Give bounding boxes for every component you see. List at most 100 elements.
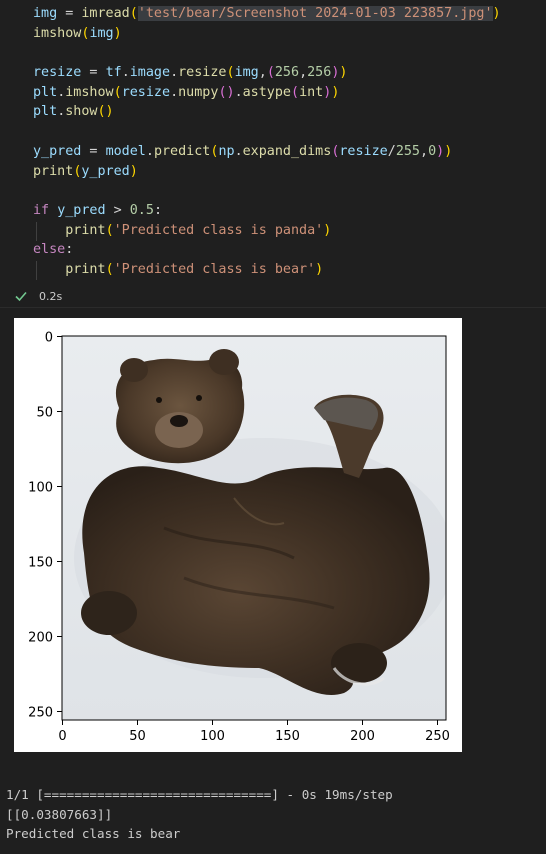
code-token: if bbox=[33, 202, 50, 218]
x-tick-label: 250 bbox=[425, 729, 450, 744]
y-tick-label: 100 bbox=[28, 481, 53, 496]
matplotlib-figure: 0 50 100 150 200 250 0 50 100 150 200 250 bbox=[14, 318, 462, 752]
code-token: ) bbox=[323, 222, 332, 238]
code-token: ) bbox=[492, 6, 501, 21]
code-token: ( bbox=[105, 222, 114, 238]
code-line[interactable]: else: bbox=[33, 240, 501, 260]
code-token: : bbox=[153, 202, 162, 218]
code-token: () bbox=[97, 104, 114, 120]
code-token: ( bbox=[226, 65, 235, 81]
x-tick-label: 150 bbox=[275, 729, 300, 744]
code-token: plt bbox=[33, 84, 58, 100]
code-token: resize bbox=[339, 143, 388, 159]
code-token: ( bbox=[105, 261, 114, 277]
y-tick-label: 200 bbox=[28, 631, 53, 646]
code-token: tf bbox=[105, 65, 122, 81]
code-line[interactable]: if y_pred > 0.5: bbox=[33, 201, 501, 221]
code-token: ( bbox=[266, 65, 275, 81]
code-token: img bbox=[89, 25, 114, 41]
code-token: > bbox=[105, 202, 130, 218]
result-line: Predicted class is bear bbox=[6, 826, 181, 841]
code-token: 255 bbox=[395, 143, 420, 159]
code-token: resize bbox=[121, 84, 171, 100]
code-token: ) bbox=[339, 65, 348, 81]
code-token: predict bbox=[153, 143, 211, 159]
code-token: ) bbox=[331, 84, 340, 100]
code-cell[interactable]: img = imread ( 'test/bear/Screenshot 2024-… bbox=[0, 0, 546, 307]
code-token: image bbox=[129, 65, 171, 81]
plot-canvas: 0 50 100 150 200 250 0 50 100 150 200 250 bbox=[28, 331, 450, 745]
code-token: imread bbox=[81, 6, 130, 21]
code-token: print bbox=[65, 222, 106, 238]
code-token: , bbox=[299, 65, 308, 81]
code-token: y_pred bbox=[33, 143, 82, 159]
code-token: np bbox=[218, 143, 235, 159]
code-token: y_pred bbox=[81, 163, 130, 179]
code-token: . bbox=[170, 84, 179, 100]
x-tick-label: 50 bbox=[129, 729, 146, 744]
code-token: ( bbox=[113, 84, 122, 100]
code-token: 256 bbox=[274, 65, 300, 81]
console-output: 1/1 [==============================] - 0… bbox=[6, 785, 393, 844]
code-token: = bbox=[81, 143, 106, 159]
code-token: imshow bbox=[33, 25, 82, 41]
code-line[interactable] bbox=[33, 43, 501, 63]
code-token: model bbox=[105, 143, 146, 159]
code-token: astype bbox=[242, 84, 291, 100]
code-token: ) bbox=[113, 25, 122, 41]
code-line[interactable]: print('Predicted class is panda') bbox=[33, 221, 501, 241]
code-token: . bbox=[121, 65, 130, 81]
code-token: ) bbox=[444, 143, 453, 159]
code-line[interactable] bbox=[33, 122, 501, 142]
execution-status: 0.2s bbox=[14, 287, 62, 305]
code-token: ) bbox=[129, 163, 138, 179]
code-line[interactable] bbox=[33, 181, 501, 201]
code-token: imshow bbox=[65, 84, 114, 100]
code-token: y_pred bbox=[57, 202, 106, 218]
execution-time: 0.2s bbox=[39, 289, 63, 303]
code-token: = bbox=[81, 65, 106, 81]
progress-line: 1/1 [==============================] - 0… bbox=[6, 787, 393, 802]
code-token: img bbox=[33, 6, 58, 21]
code-token: numpy bbox=[178, 84, 219, 100]
code-token: ( bbox=[291, 84, 300, 100]
check-icon bbox=[15, 291, 27, 302]
cell-output: 0 50 100 150 200 250 0 50 100 150 200 250 1/1 [===… bbox=[0, 308, 546, 854]
code-token: () bbox=[218, 84, 235, 100]
code-token: print bbox=[65, 261, 106, 277]
bear-image bbox=[62, 336, 446, 720]
code-token: resize bbox=[33, 65, 82, 81]
code-token: , bbox=[258, 65, 267, 81]
code-token: expand_dims bbox=[242, 143, 332, 159]
code-token: ) bbox=[315, 261, 324, 277]
y-tick-label: 250 bbox=[28, 706, 53, 721]
code-line[interactable]: img = imread('test/bear/Screenshot 2024-… bbox=[33, 4, 501, 24]
code-line[interactable]: y_pred = model.predict(np.expand_dims(re… bbox=[33, 142, 501, 162]
code-token: 0.5 bbox=[129, 202, 154, 218]
x-tick-label: 0 bbox=[58, 729, 66, 744]
x-tick-label: 200 bbox=[350, 729, 375, 744]
code-token: img bbox=[234, 65, 259, 81]
code-token: 'test/bear/Screenshot 2024-01-03 223857.… bbox=[137, 6, 493, 21]
prediction-array: [[0.03807663]] bbox=[6, 806, 113, 822]
x-tick-label: 100 bbox=[200, 729, 225, 744]
code-line[interactable]: resize = tf.image.resize(img,(256,256)) bbox=[33, 63, 501, 83]
code-token: 256 bbox=[307, 65, 332, 81]
code-line[interactable]: plt.imshow(resize.numpy().astype(int)) bbox=[33, 83, 501, 103]
code-line[interactable]: print('Predicted class is bear') bbox=[33, 260, 501, 280]
code-token: / bbox=[387, 143, 396, 159]
code-line[interactable]: imshow(img) bbox=[33, 24, 501, 44]
code-editor[interactable]: img = imread ( 'test/bear/Screenshot 2024-… bbox=[33, 4, 501, 280]
y-tick-label: 50 bbox=[36, 406, 53, 421]
code-token: . bbox=[234, 84, 243, 100]
code-token: ) bbox=[436, 143, 445, 159]
code-token: 0 bbox=[428, 143, 437, 159]
code-token: show bbox=[65, 104, 98, 120]
code-line[interactable]: plt.show() bbox=[33, 102, 501, 122]
x-axis: 0 50 100 150 200 250 bbox=[58, 720, 450, 744]
y-axis: 0 50 100 150 200 250 bbox=[28, 331, 62, 721]
code-line[interactable]: print(y_pred) bbox=[33, 162, 501, 182]
